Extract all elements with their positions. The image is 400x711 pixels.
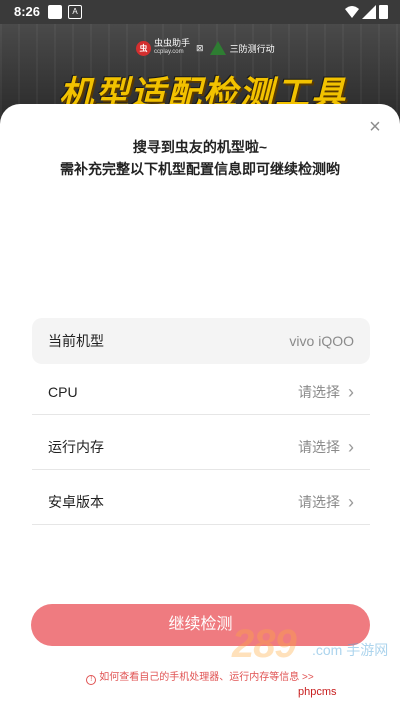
- row-value: 请选择: [298, 493, 340, 510]
- a-icon: A: [68, 5, 82, 19]
- row-current-model: 当前机型 vivo iQOO: [32, 318, 370, 364]
- wifi-icon: [345, 6, 359, 18]
- chevron-right-icon: ›: [348, 381, 354, 402]
- signal-icon: [362, 5, 376, 19]
- row-value: 请选择: [298, 383, 340, 400]
- row-label: CPU: [48, 383, 78, 400]
- battery-icon: [379, 5, 388, 19]
- cross-icon: ⊠: [196, 42, 204, 53]
- partner-name: 三防测行动: [229, 43, 275, 54]
- brand-lockup: 虫 虫虫助手 ccplay.com ⊠ 三防测行动: [136, 38, 275, 58]
- row-cpu-select[interactable]: CPU 请选择 ›: [32, 369, 370, 415]
- row-value: 请选择: [298, 438, 340, 455]
- brand-url: ccplay.com: [154, 49, 184, 55]
- row-label: 当前机型: [48, 333, 104, 349]
- status-bar: 8:26 A: [0, 0, 400, 24]
- chevron-right-icon: ›: [348, 491, 354, 512]
- watermark-site: .com 手游网: [312, 642, 389, 658]
- close-button[interactable]: ×: [366, 117, 384, 137]
- status-time: 8:26: [14, 4, 41, 19]
- row-label: 安卓版本: [48, 493, 104, 510]
- watermark-phpcms: phpcms: [296, 686, 339, 698]
- help-link-text: 如何查看自己的手机处理器、运行内存等信息 >>: [99, 672, 314, 683]
- partner-logo-icon: [209, 41, 226, 55]
- row-label: 运行内存: [48, 438, 104, 455]
- row-android-version-select[interactable]: 安卓版本 请选择 ›: [32, 479, 370, 525]
- headline-line-2: 需补充完整以下机型配置信息即可继续检测哟: [60, 161, 340, 177]
- chevron-right-icon: ›: [348, 436, 354, 457]
- ccplay-logo-icon: 虫: [136, 40, 151, 56]
- dialog-headline: 搜寻到虫友的机型啦~ 需补充完整以下机型配置信息即可继续检测哟: [0, 136, 400, 180]
- row-ram-select[interactable]: 运行内存 请选择 ›: [32, 424, 370, 470]
- info-icon: !: [86, 675, 97, 685]
- headline-line-1: 搜寻到虫友的机型啦~: [132, 139, 268, 155]
- watermark-289: 289: [232, 622, 297, 666]
- square-icon: [48, 5, 62, 19]
- help-link[interactable]: ! 如何查看自己的手机处理器、运行内存等信息 >>: [0, 668, 400, 685]
- brand-name: 虫虫助手: [154, 38, 191, 48]
- row-value: vivo iQOO: [289, 333, 354, 349]
